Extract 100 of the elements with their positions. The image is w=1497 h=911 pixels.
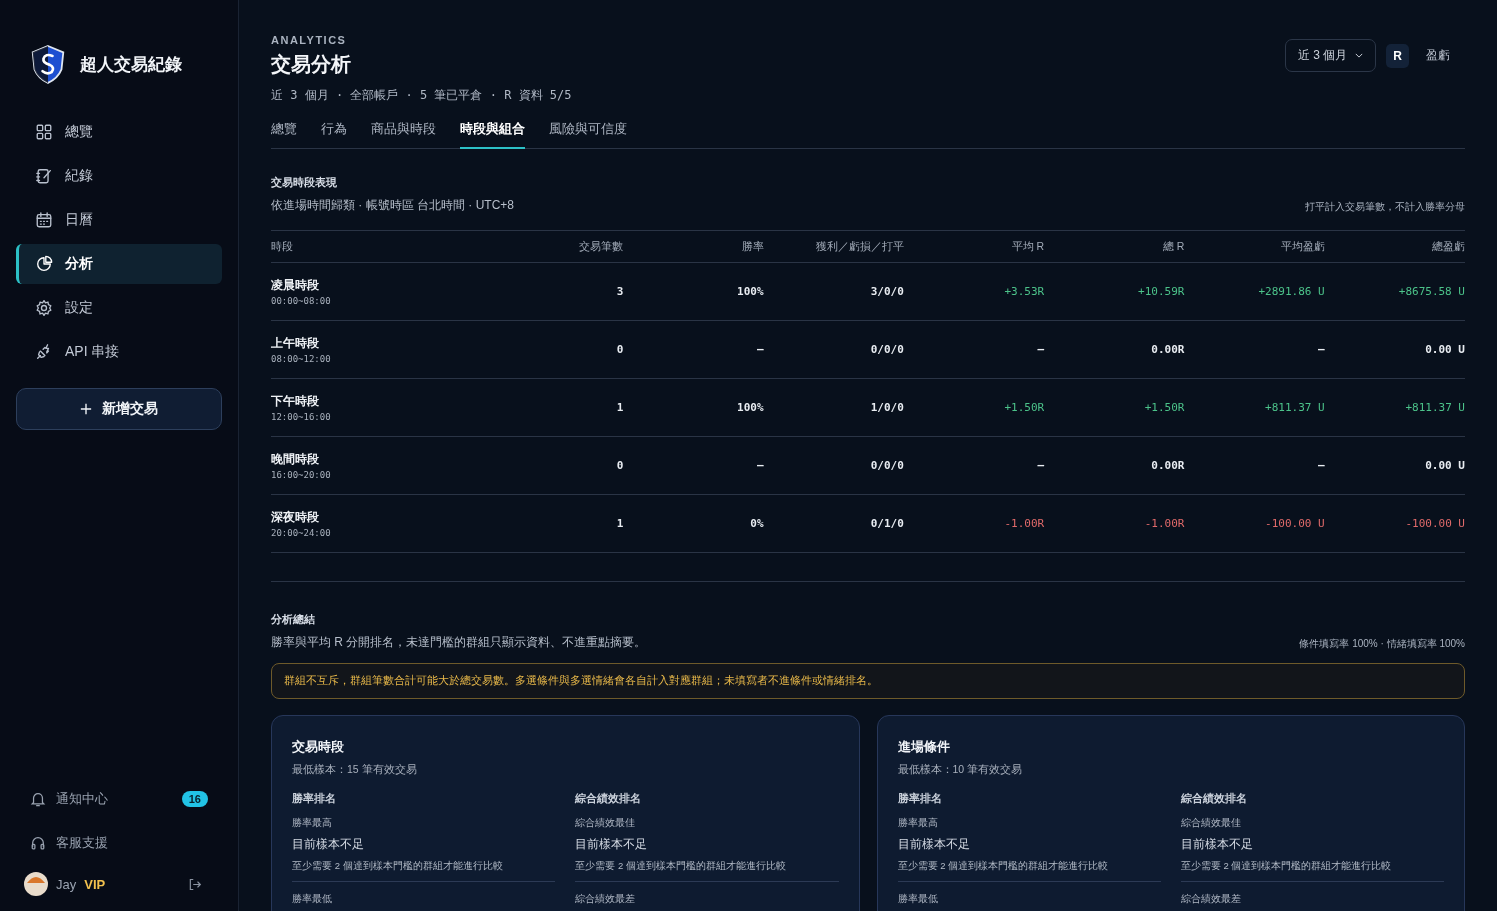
session-name: 凌晨時段 (271, 277, 320, 294)
nav-item[interactable]: API 串接 (16, 332, 222, 372)
table-cell-text: 0 (615, 343, 624, 356)
table-cell-text: 0.00R (1150, 459, 1185, 472)
ranking-value: 目前樣本不足 (1180, 836, 1254, 853)
table-cell-text: +811.37 U (1264, 401, 1325, 414)
table-cell-text: 0.00 U (1424, 343, 1465, 356)
nav-item[interactable]: 設定 (16, 288, 222, 328)
avatar (24, 872, 48, 896)
ranking-value: 目前樣本不足 (897, 836, 971, 853)
table-cell-text: — (1036, 343, 1045, 356)
table-cell-text: — (755, 459, 764, 472)
ranking-label: 勝率最低 (897, 892, 939, 906)
sidebar-link[interactable]: 通知中心 16 (16, 777, 222, 821)
nav-item[interactable]: 紀錄 (16, 156, 222, 196)
range-dropdown[interactable]: 近 3 個月 (1285, 39, 1377, 72)
table-note: 打平計入交易筆數，不計入勝率分母 (1305, 200, 1465, 214)
table-cell-text: -100.00 U (1404, 517, 1465, 530)
ranking-label: 勝率最高 (292, 816, 333, 830)
ranking-value: 目前樣本不足 (292, 836, 365, 853)
card-title: 交易時段 (292, 738, 345, 756)
section-eyebrow: ANALYTICS (271, 34, 348, 46)
table-cell-text: 3/0/0 (869, 285, 904, 298)
page-meta: 近 3 個月 · 全部帳戶 · 5 筆已平倉 · R 資料 5/5 (271, 87, 572, 104)
table-cell-text: — (1317, 459, 1325, 472)
ranking-heading: 勝率排名 (897, 791, 943, 806)
table-cell-text: 0/0/0 (869, 343, 904, 356)
table-cell-text: -1.00R (1003, 517, 1045, 530)
settings-icon (35, 299, 53, 317)
ranking-heading: 勝率排名 (292, 791, 337, 806)
tab[interactable]: 行為 (321, 120, 347, 149)
sidebar-link[interactable]: 客服支援 (16, 821, 222, 865)
table-cell-text: 0 (615, 459, 624, 472)
ranking-label: 勝率最低 (292, 892, 333, 906)
table-cell-text: 0.00 U (1424, 459, 1465, 472)
calendar-icon (35, 211, 53, 229)
ranking-note: 至少需要 2 個達到樣本門檻的群組才能進行比較 (292, 860, 504, 873)
ranking-label: 綜合績效最差 (1180, 892, 1242, 906)
session-hours: 20:00~24:00 (271, 528, 332, 538)
table-cell-text: -100.00 U (1264, 517, 1325, 530)
summary-description: 勝率與平均 R 分開排名，未達門檻的群組只顯示資料、不進重點摘要。 (271, 634, 647, 651)
nav-item[interactable]: 分析 (16, 244, 222, 284)
tab[interactable]: 總覽 (271, 120, 297, 149)
caret-icon (1355, 53, 1364, 58)
table-cell-text: — (755, 343, 764, 356)
table-cell-text: -1.00R (1143, 517, 1185, 530)
column-header: 勝率 (740, 239, 764, 254)
shield-logo-icon (30, 42, 66, 86)
ranking-value: 目前樣本不足 (575, 836, 649, 853)
ranking-note: 至少需要 2 個達到樣本門檻的群組才能進行比較 (897, 860, 1110, 873)
section-title: 分析總結 (271, 612, 316, 627)
ranking-heading: 綜合績效排名 (575, 791, 643, 806)
bell-icon (30, 791, 46, 807)
column-header: 獲利／虧損／打平 (814, 239, 904, 254)
table-cell-text: +1.50R (1003, 401, 1045, 414)
nav-item[interactable]: 日曆 (16, 200, 222, 240)
session-name: 下午時段 (271, 393, 320, 410)
unit-toggle[interactable]: 盈虧 (1419, 43, 1457, 68)
ranking-label: 勝率最高 (897, 816, 939, 830)
table-cell-text: +1.50R (1143, 401, 1185, 414)
unit-toggle[interactable]: R (1386, 43, 1409, 68)
column-header: 時段 (271, 239, 294, 254)
table-cell-text: 100% (736, 401, 764, 414)
tab[interactable]: 時段與組合 (460, 120, 525, 149)
table-cell-text: 0% (749, 517, 764, 530)
ranking-label: 綜合績效最差 (575, 892, 637, 906)
new-trade-button[interactable]: 新增交易 (16, 388, 222, 430)
pie-chart-icon (35, 255, 53, 273)
column-header: 平均 R (1010, 239, 1045, 254)
headset-icon (30, 835, 46, 851)
column-header: 總盈虧 (1431, 239, 1465, 254)
nav-item[interactable]: 總覽 (16, 112, 222, 152)
logout-icon[interactable] (187, 876, 202, 892)
plus-icon (80, 403, 92, 415)
session-hours: 08:00~12:00 (271, 354, 332, 364)
warning-banner: 群組不互斥，群組筆數合計可能大於總交易數。多選條件與多選情緒會各自計入對應群組；未填寫者不進條件或情緒排名。 (271, 663, 1465, 699)
ranking-label: 綜合績效最佳 (575, 816, 637, 830)
column-header: 交易筆數 (578, 239, 624, 254)
tab[interactable]: 風險與可信度 (549, 120, 627, 149)
vip-label: VIP (84, 876, 107, 892)
grid-icon (35, 123, 53, 141)
table-cell-text: 1 (615, 401, 624, 414)
fill-rate-note: 條件填寫率 100% · 情緒填寫率 100% (1299, 637, 1465, 651)
table-cell-text: — (1036, 459, 1045, 472)
min-sample-note: 最低樣本：10 筆有效交易 (897, 763, 1024, 777)
ranking-note: 至少需要 2 個達到樣本門檻的群組才能進行比較 (575, 860, 787, 873)
table-cell-text: — (1317, 343, 1325, 356)
card-title: 進場條件 (897, 738, 951, 756)
table-cell-text: 3 (615, 285, 624, 298)
section-title: 交易時段表現 (271, 175, 338, 190)
session-name: 深夜時段 (271, 509, 320, 526)
min-sample-note: 最低樣本：15 筆有效交易 (292, 763, 418, 777)
tab[interactable]: 商品與時段 (371, 120, 436, 149)
notification-count-badge: 16 (181, 791, 208, 807)
table-cell-text: 1/0/0 (869, 401, 904, 414)
session-hours: 16:00~20:00 (271, 470, 332, 480)
column-header: 總 R (1161, 239, 1185, 254)
table-cell-text: +2891.86 U (1257, 285, 1325, 298)
app-name: 超人交易紀錄 (80, 53, 182, 76)
ranking-label: 綜合績效最佳 (1180, 816, 1242, 830)
